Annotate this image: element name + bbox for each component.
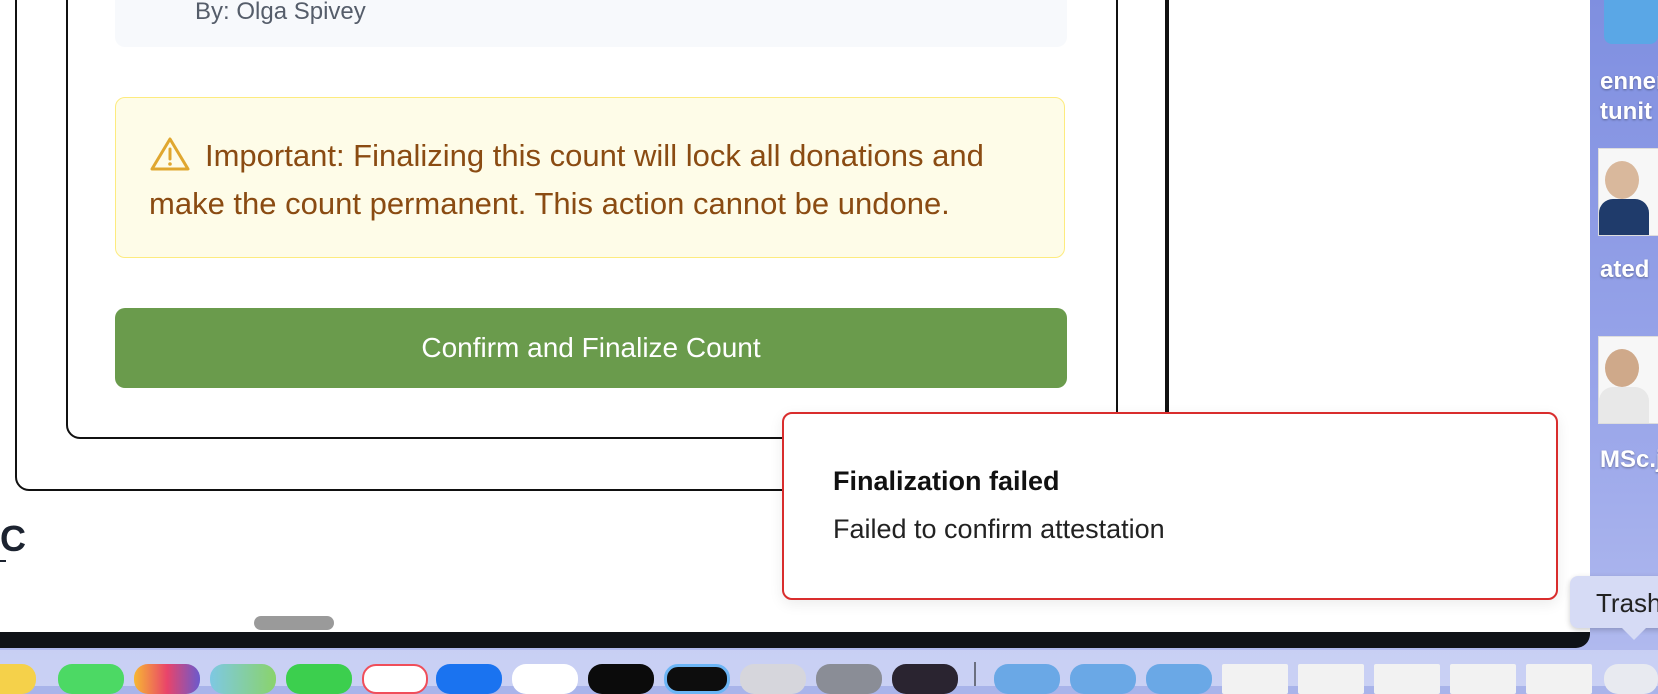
audio-app-icon[interactable] bbox=[892, 664, 958, 694]
attestation-box: By: Olga Spivey bbox=[115, 0, 1067, 47]
messages-icon[interactable] bbox=[58, 664, 124, 694]
column-divider bbox=[1165, 0, 1167, 412]
warning-text: Important: Finalizing this count will lo… bbox=[149, 138, 984, 221]
photo-thumbnail[interactable] bbox=[1598, 148, 1658, 236]
document-thumb-icon[interactable] bbox=[1374, 664, 1440, 694]
desktop-item-label[interactable]: ated bbox=[1600, 254, 1649, 286]
attested-by-text: By: Olga Spivey bbox=[195, 0, 366, 25]
notes-icon[interactable] bbox=[0, 664, 36, 694]
chatgpt-icon[interactable] bbox=[512, 664, 578, 694]
folder-icon[interactable] bbox=[1070, 664, 1136, 694]
settings-icon[interactable] bbox=[816, 664, 882, 694]
trash-tooltip-label: Trash bbox=[1596, 588, 1658, 618]
toast-title: Finalization failed bbox=[833, 466, 1060, 496]
facetime-icon[interactable] bbox=[286, 664, 352, 694]
brand-logo-text: C bbox=[0, 518, 26, 559]
photos-icon[interactable] bbox=[134, 664, 200, 694]
maps-icon[interactable] bbox=[210, 664, 276, 694]
error-toast[interactable]: Finalization failed Failed to confirm at… bbox=[782, 412, 1558, 600]
toast-message: Failed to confirm attestation bbox=[833, 514, 1165, 544]
confirm-finalize-button[interactable]: Confirm and Finalize Count bbox=[115, 308, 1067, 388]
horizontal-scrollbar[interactable] bbox=[254, 616, 334, 630]
iphone-mirroring-icon[interactable] bbox=[740, 664, 806, 694]
photo-thumbnail[interactable] bbox=[1598, 336, 1658, 424]
folder-icon[interactable] bbox=[994, 664, 1060, 694]
capcut-icon[interactable] bbox=[588, 664, 654, 694]
trash-tooltip: Trash bbox=[1570, 576, 1658, 640]
document-thumb-icon[interactable] bbox=[1222, 664, 1288, 694]
desktop-item-label[interactable]: MSc.j bbox=[1600, 444, 1658, 476]
warning-icon bbox=[150, 137, 190, 171]
desktop-item-label[interactable]: tunit bbox=[1600, 96, 1652, 128]
news-icon[interactable] bbox=[362, 664, 428, 694]
desktop-item-label[interactable]: enner bbox=[1600, 66, 1658, 98]
folder-icon[interactable] bbox=[1146, 664, 1212, 694]
brand-underline bbox=[0, 560, 6, 562]
document-thumb-icon[interactable] bbox=[1450, 664, 1516, 694]
document-thumb-icon[interactable] bbox=[1526, 664, 1592, 694]
app-store-icon[interactable] bbox=[436, 664, 502, 694]
folder-icon[interactable] bbox=[1604, 0, 1658, 44]
preview-icon[interactable] bbox=[664, 664, 730, 694]
trash-icon[interactable] bbox=[1604, 664, 1658, 694]
document-thumb-icon[interactable] bbox=[1298, 664, 1364, 694]
warning-text-block: Important: Finalizing this count will lo… bbox=[149, 132, 1029, 228]
warning-box: Important: Finalizing this count will lo… bbox=[115, 97, 1065, 258]
dock-separator bbox=[974, 662, 976, 686]
